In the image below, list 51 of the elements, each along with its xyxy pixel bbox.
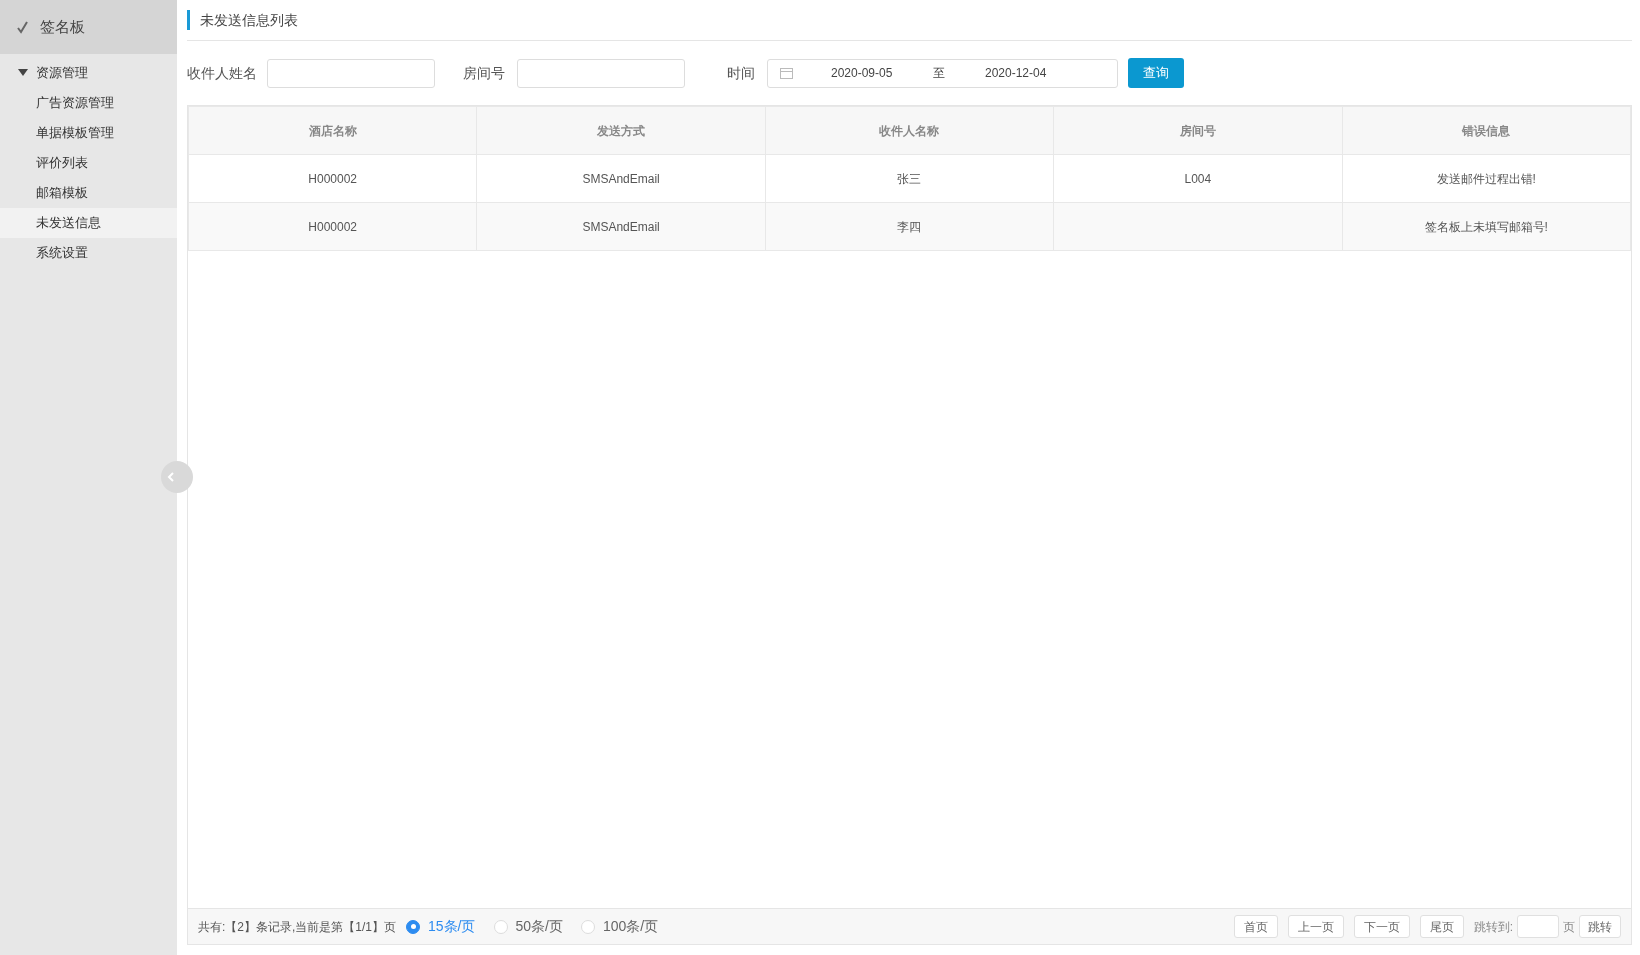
nav-group[interactable]: 资源管理 [0,58,177,88]
caret-down-icon [18,69,28,77]
nav-item[interactable]: 未发送信息 [0,208,177,238]
checkmark-icon [16,20,30,34]
jump-label: 跳转到: [1473,918,1513,936]
field-label: 房间号 [463,63,505,83]
pager-button[interactable]: 首页 [1233,915,1278,938]
date-separator: 至 [933,65,946,82]
date-to: 2020-12-04 [985,65,1047,82]
chevron-left-icon [167,472,175,482]
column-header: 收件人名称 [765,106,1054,155]
table-cell: L004 [1053,154,1343,203]
page-size-option[interactable]: 100条/页 [580,916,659,937]
column-header: 酒店名称 [188,106,477,155]
recipient-input[interactable] [267,58,435,88]
pager-button[interactable]: 上一页 [1287,915,1344,938]
field-label: 收件人姓名 [187,63,257,83]
table-cell: H000002 [188,154,477,203]
jump-button[interactable]: 跳转 [1579,915,1621,938]
table-cell: SMSAndEmail [476,202,766,251]
table-cell: H000002 [188,202,477,251]
collapse-button[interactable] [161,461,193,493]
column-header: 错误信息 [1342,106,1631,155]
record-summary: 共有:【2】条记录,当前是第【1/1】页 [198,918,397,936]
table-cell: 李四 [765,202,1054,251]
page-number-input[interactable] [1517,915,1559,938]
page-unit: 页 [1563,918,1575,936]
page-title: 未发送信息列表 [200,10,298,30]
pager-button[interactable]: 尾页 [1419,915,1464,938]
query-button[interactable]: 查询 [1128,58,1184,88]
nav-item[interactable]: 广告资源管理 [0,88,177,118]
table-cell: 张三 [765,154,1054,203]
page-size-option[interactable]: 15条/页 [406,916,476,937]
column-header: 发送方式 [476,106,766,155]
field-label: 时间 [727,63,755,83]
table-cell: SMSAndEmail [476,154,766,203]
nav-item[interactable]: 单据模板管理 [0,118,177,148]
date-range-field[interactable]: 2020-09-05 至 2020-12-04 [767,58,1118,88]
table-cell: 发送邮件过程出错! [1342,154,1631,203]
page-size-option[interactable]: 50条/页 [493,916,563,937]
nav-item[interactable]: 邮箱模板 [0,178,177,208]
app-title: 签名板 [40,16,85,37]
calendar-icon [780,67,793,79]
pager-button[interactable]: 下一页 [1353,915,1410,938]
table-cell: 签名板上未填写邮箱号! [1342,202,1631,251]
date-from: 2020-09-05 [831,65,894,82]
nav-item[interactable]: 系统设置 [0,238,177,268]
radio-button[interactable] [406,919,421,934]
column-header: 房间号 [1053,106,1343,155]
room-input[interactable] [517,58,685,88]
nav-item[interactable]: 评价列表 [0,148,177,178]
